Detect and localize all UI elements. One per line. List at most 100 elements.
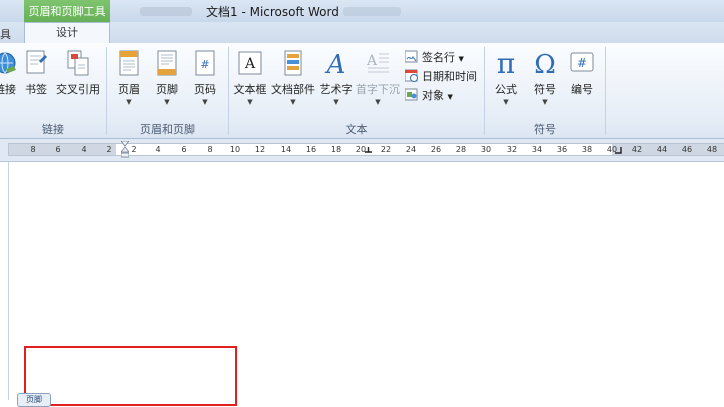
ruler-tick-label: 8 [207,145,213,154]
group-label-links: 链接 [42,123,64,136]
quick-parts-icon [284,50,302,76]
quick-parts-dropdown-icon: ▼ [290,98,296,106]
page-number-label: 页码 [194,83,216,96]
ruler-tick-label: 18 [330,145,342,154]
ruler-tick-label: 30 [480,145,492,154]
ruler-tick-label: 14 [280,145,292,154]
ruler-tick-label: 28 [455,145,467,154]
window-title: 文档1 - Microsoft Word [206,5,339,19]
ruler-tick-label: 20 [355,145,367,154]
number-button[interactable]: # 编号 [566,49,598,97]
omega-symbol-icon: Ω [534,50,556,77]
group-label-symbols: 符号 [534,123,556,136]
object-dropdown-icon: ▼ [447,93,453,101]
ruler-tick-label: 24 [405,145,417,154]
object-label: 对象 [422,89,444,102]
symbol-button[interactable]: Ω 符号 ▼ [529,49,561,106]
drop-cap-button[interactable]: A 首字下沉 ▼ [355,49,401,106]
svg-text:A: A [325,50,346,77]
date-time-icon [405,69,418,82]
bookmark-button[interactable]: 书签 [23,49,49,97]
ruler-tick-label: 36 [556,145,568,154]
ruler-tick-label: 4 [155,145,161,154]
ruler-tick-label: 4 [81,145,87,154]
equation-button[interactable]: π 公式 ▼ [490,49,522,106]
page-number-icon: # [195,50,215,76]
page-number-dropdown-icon: ▼ [202,98,208,106]
globe-link-icon [0,52,16,74]
date-time-label: 日期和时间 [422,70,477,83]
object-icon [405,88,418,101]
group-label-header-footer: 页眉和页脚 [140,123,195,136]
equation-label: 公式 [495,83,517,96]
signature-line-button[interactable]: 签名行 ▼ [405,49,464,66]
header-dropdown-icon: ▼ [126,98,132,106]
symbol-label: 符号 [534,83,556,96]
svg-text:π: π [497,49,515,77]
horizontal-ruler[interactable]: 8 6 4 2 2 4 6 8 10 12 14 16 18 20 22 24 26 28 30 32 34 36 38 40… [8,141,724,158]
equation-dropdown-icon: ▼ [503,98,509,106]
footer-icon [157,50,177,76]
page-number-button[interactable]: # 页码 ▼ [191,49,219,106]
footer-button[interactable]: 页脚 ▼ [153,49,181,106]
ruler-tick-label: 32 [506,145,518,154]
svg-text:A: A [244,56,256,72]
ruler-tick-label: 6 [181,145,187,154]
context-tab-title: 页眉和页脚工具 [28,5,106,18]
footer-label: 页脚 [156,83,178,96]
cross-reference-icon [67,50,89,76]
ruler-area: 8 6 4 2 2 4 6 8 10 12 14 16 18 20 22 24 26 28 30 32 34 36 38 40… [0,139,724,162]
ruler-tick-label: 16 [305,145,317,154]
svg-text:A: A [366,53,378,69]
ruler-tick-label: 40 [606,145,618,154]
text-box-dropdown-icon: ▼ [247,98,253,106]
hyperlink-button[interactable]: 链接 [0,49,18,97]
wordart-icon: A [325,50,346,77]
date-time-button[interactable]: 日期和时间 [405,68,477,85]
header-button[interactable]: 页眉 ▼ [115,49,143,106]
title-blur [343,7,401,16]
ruler-tick-label: 10 [229,145,241,154]
tab-partial[interactable]: 具 [0,26,11,42]
pi-equation-icon: π [497,49,515,77]
quick-access-blur [140,7,192,16]
signature-line-label: 签名行 [422,51,455,64]
ruler-tick-label: 2 [106,145,112,154]
bookmark-label: 书签 [25,83,47,96]
ruler-tick-label: 2 [131,145,137,154]
header-label: 页眉 [118,83,140,96]
ruler-tick-label: 6 [55,145,61,154]
cross-reference-button[interactable]: 交叉引用 [56,49,100,97]
wordart-button[interactable]: A 艺术字 ▼ [318,49,354,106]
quick-parts-label: 文档部件 [271,83,315,96]
page-edge [8,162,9,400]
drop-cap-label: 首字下沉 [356,83,400,96]
text-box-button[interactable]: A 文本框 ▼ [233,49,267,106]
text-box-icon: A [238,51,262,75]
svg-text:#: # [200,58,209,71]
signature-line-icon [405,50,418,63]
ruler-tick-label: 48 [706,145,718,154]
svg-text:#: # [577,56,587,70]
ruler-tick-label: 34 [531,145,543,154]
drop-cap-icon: A [366,53,389,73]
ruler-tick-label: 38 [581,145,593,154]
hyperlink-label: 链接 [0,83,16,96]
wordart-label: 艺术字 [319,83,353,96]
signature-line-dropdown-icon: ▼ [458,55,464,63]
ruler-tick-label: 26 [430,145,442,154]
footer-dropdown-icon: ▼ [164,98,170,106]
number-label: 编号 [571,83,593,96]
ruler-tick-label: 42 [631,145,643,154]
highlight-box [24,346,237,406]
symbol-dropdown-icon: ▼ [542,98,548,106]
object-button[interactable]: 对象 ▼ [405,87,453,104]
wordart-dropdown-icon: ▼ [333,98,339,106]
header-icon [119,50,139,76]
text-box-label: 文本框 [233,83,267,96]
ruler-tick-label: 12 [254,145,266,154]
quick-parts-button[interactable]: 文档部件 ▼ [271,49,315,106]
tab-design[interactable]: 设计 [24,22,110,43]
cross-reference-label: 交叉引用 [56,83,100,96]
ruler-tick-label: 44 [656,145,668,154]
